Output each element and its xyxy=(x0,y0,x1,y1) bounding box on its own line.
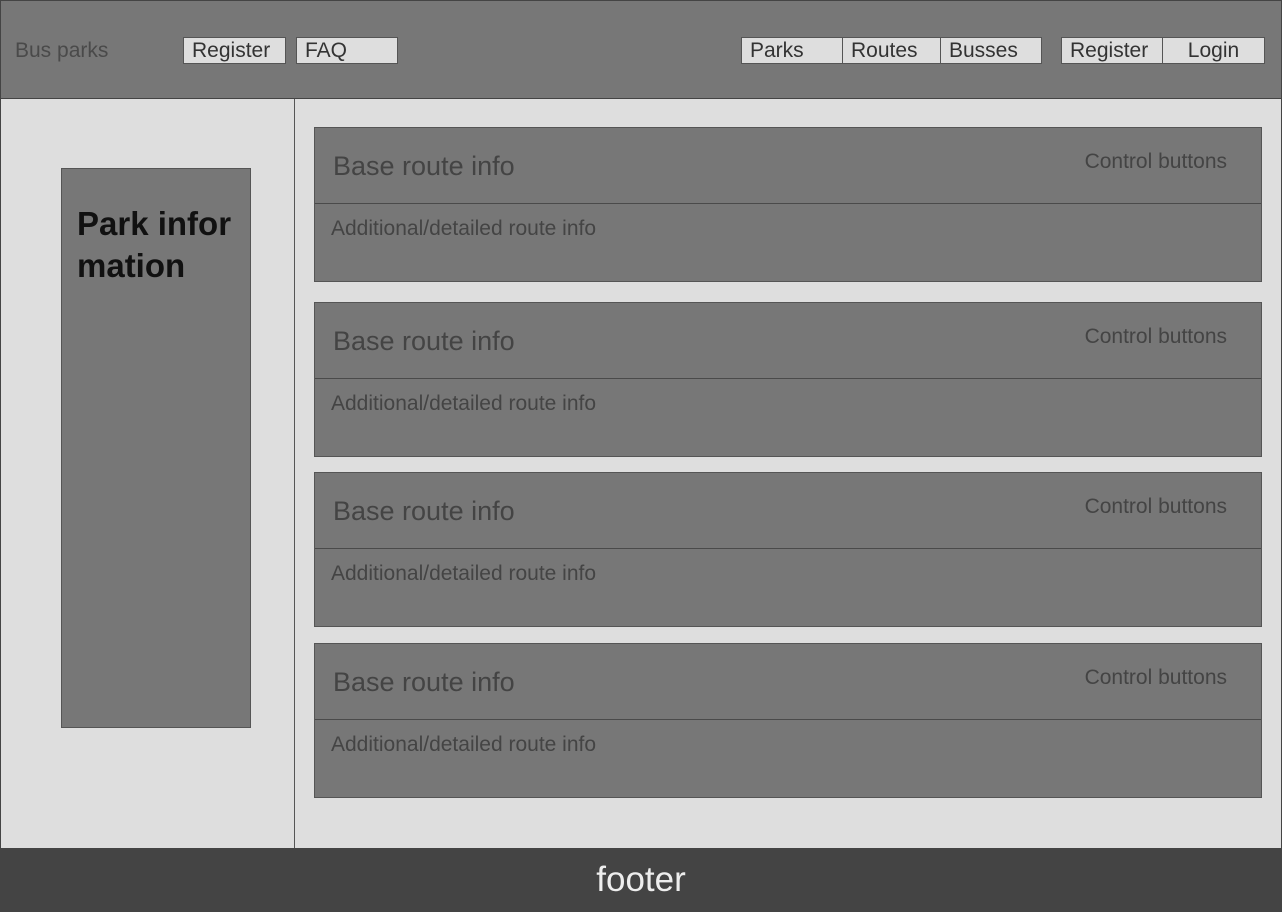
sidebar: Park information xyxy=(0,99,295,848)
park-information-title: Park information xyxy=(77,205,232,284)
auth-register-button[interactable]: Register xyxy=(1061,37,1163,64)
route-card-header: Base route info Control buttons xyxy=(315,473,1261,549)
control-buttons[interactable]: Control buttons xyxy=(1085,666,1227,690)
base-route-info: Base route info xyxy=(333,326,515,356)
site-footer: footer xyxy=(0,848,1282,912)
base-route-info: Base route info xyxy=(333,496,515,526)
route-card[interactable]: Base route info Control buttons Addition… xyxy=(314,302,1262,457)
detailed-route-info: Additional/detailed route info xyxy=(331,733,597,756)
route-list: Base route info Control buttons Addition… xyxy=(295,99,1282,848)
route-card-header: Base route info Control buttons xyxy=(315,128,1261,204)
site-header: Bus parks Register FAQ Parks Routes Buss… xyxy=(0,0,1282,99)
route-card[interactable]: Base route info Control buttons Addition… xyxy=(314,643,1262,798)
park-information-panel: Park information xyxy=(61,168,251,728)
nav-routes-button[interactable]: Routes xyxy=(842,37,941,64)
site-brand[interactable]: Bus parks xyxy=(15,39,108,63)
base-route-info: Base route info xyxy=(333,667,515,697)
route-card[interactable]: Base route info Control buttons Addition… xyxy=(314,472,1262,627)
nav-busses-button[interactable]: Busses xyxy=(940,37,1042,64)
detailed-route-info: Additional/detailed route info xyxy=(331,562,597,585)
detailed-route-info: Additional/detailed route info xyxy=(331,217,597,240)
control-buttons[interactable]: Control buttons xyxy=(1085,325,1227,349)
control-buttons[interactable]: Control buttons xyxy=(1085,150,1227,174)
route-card[interactable]: Base route info Control buttons Addition… xyxy=(314,127,1262,282)
nav-faq-button[interactable]: FAQ xyxy=(296,37,398,64)
auth-login-button[interactable]: Login xyxy=(1162,37,1265,64)
detailed-route-info: Additional/detailed route info xyxy=(331,392,597,415)
base-route-info: Base route info xyxy=(333,151,515,181)
route-card-header: Base route info Control buttons xyxy=(315,644,1261,720)
nav-register-button[interactable]: Register xyxy=(183,37,286,64)
nav-parks-button[interactable]: Parks xyxy=(741,37,843,64)
control-buttons[interactable]: Control buttons xyxy=(1085,495,1227,519)
route-card-header: Base route info Control buttons xyxy=(315,303,1261,379)
